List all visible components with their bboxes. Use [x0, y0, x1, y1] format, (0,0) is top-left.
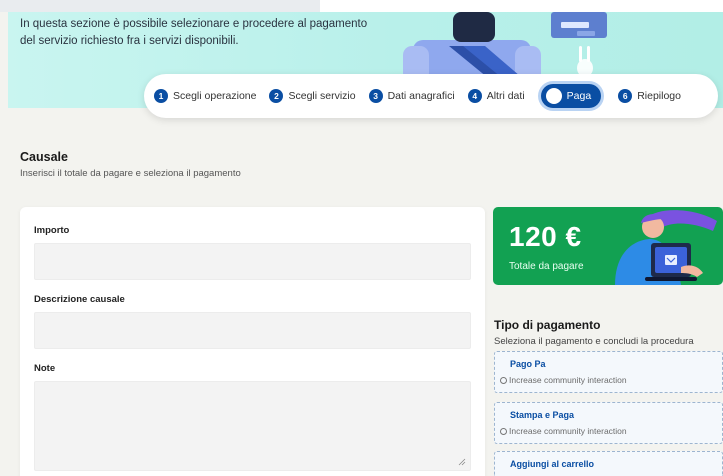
radio-circle-icon[interactable]	[500, 376, 507, 384]
step-scegli-servizio[interactable]: 2 Scegli servizio	[269, 89, 356, 103]
step-label: Scegli servizio	[288, 90, 356, 102]
hero-description: In questa sezione è possibile selezionar…	[20, 16, 380, 50]
hero-line-1: In questa sezione è possibile selezionar…	[20, 18, 368, 30]
radio-circle-icon[interactable]	[500, 427, 507, 435]
resize-handle-icon[interactable]	[458, 458, 466, 466]
step-label: Paga	[566, 90, 592, 102]
total-amount: 120 €	[509, 221, 582, 252]
step-label: Scegli operazione	[173, 90, 257, 102]
descrizione-causale-label: Descrizione causale	[34, 294, 125, 305]
payment-type-title: Tipo di pagamento	[494, 318, 601, 332]
payment-type-subtitle: Seleziona il pagamento e concludi la pro…	[494, 336, 694, 347]
browser-top-strip	[0, 0, 723, 12]
step-label: Dati anagrafici	[387, 90, 455, 102]
step-scegli-operazione[interactable]: 1 Scegli operazione	[154, 89, 256, 103]
step-number: 4	[467, 89, 482, 103]
importo-input[interactable]	[34, 243, 471, 280]
note-textarea[interactable]	[34, 381, 471, 471]
importo-label: Importo	[34, 225, 70, 236]
payment-option-pago-pa[interactable]: Pago Pa Increase community interaction	[494, 351, 723, 393]
person-with-laptop-illustration	[615, 210, 717, 285]
step-riepilogo[interactable]: 6 Riepilogo	[618, 89, 681, 103]
total-label: Totale da pagare	[509, 261, 584, 272]
payment-option-title: Pago Pa	[510, 359, 546, 369]
step-number: 2	[269, 89, 284, 103]
progress-stepper: 1 Scegli operazione 2 Scegli servizio 3 …	[144, 74, 718, 118]
payment-option-stampa-e-paga[interactable]: Stampa e Paga Increase community interac…	[494, 402, 723, 444]
total-card: 120 € Totale da pagare	[493, 207, 723, 285]
payment-radio[interactable]: Increase community interaction	[500, 426, 627, 436]
browser-tab	[0, 0, 320, 12]
section-title: Causale	[20, 150, 68, 164]
hero-line-2: del servizio richiesto fra i servizi dis…	[20, 35, 239, 47]
payment-option-title: Aggiungi al carrello	[510, 459, 595, 469]
payment-radio-label: Increase community interaction	[509, 426, 627, 436]
step-altri-dati[interactable]: 4 Altri dati	[467, 89, 525, 103]
descrizione-causale-input[interactable]	[34, 312, 471, 349]
step-paga-active[interactable]: Paga	[540, 84, 602, 108]
note-label: Note	[34, 363, 56, 374]
step-number: 1	[154, 89, 168, 103]
step-dati-anagrafici[interactable]: 3 Dati anagrafici	[368, 89, 455, 103]
payment-radio-label: Increase community interaction	[509, 375, 627, 385]
payment-radio[interactable]: Increase community interaction	[500, 375, 627, 385]
causale-form-card: Importo Descrizione causale Note	[20, 207, 485, 476]
step-number: 6	[618, 89, 633, 103]
step-label: Riepilogo	[637, 90, 681, 102]
person-on-sofa-illustration	[403, 12, 607, 82]
step-number: 3	[368, 89, 383, 103]
payment-option-title: Stampa e Paga	[510, 410, 575, 420]
step-label: Altri dati	[486, 90, 525, 102]
section-subtitle: Inserisci il totale da pagare e selezion…	[20, 168, 241, 179]
payment-option-aggiungi-al-carrello[interactable]: Aggiungi al carrello	[494, 451, 723, 476]
step-current-indicator	[545, 88, 562, 104]
